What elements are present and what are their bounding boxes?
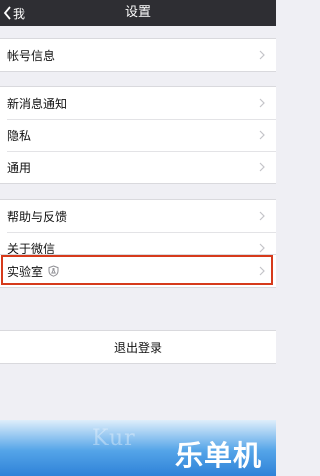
chevron-right-icon — [259, 50, 265, 60]
settings-item-label: 隐私 — [7, 128, 32, 143]
settings-item-general[interactable]: 通用 — [0, 151, 276, 183]
settings-item-label: 通用 — [7, 160, 32, 175]
settings-item-label: 实验室 — [7, 264, 44, 279]
settings-item-lab[interactable]: 实验室 — [0, 255, 276, 287]
settings-group-lab: 实验室 — [0, 254, 276, 288]
chevron-right-icon — [259, 243, 265, 253]
page-title: 设置 — [124, 5, 151, 20]
settings-item-privacy[interactable]: 隐私 — [0, 119, 276, 151]
logout-label: 退出登录 — [113, 340, 162, 355]
flask-shield-icon — [48, 265, 59, 277]
chevron-right-icon — [259, 211, 265, 221]
settings-item-label: 帐号信息 — [7, 48, 56, 63]
settings-item-label: 新消息通知 — [7, 96, 68, 111]
settings-group-account: 帐号信息 — [0, 38, 276, 72]
chevron-right-icon — [259, 266, 265, 276]
chevron-right-icon — [259, 162, 265, 172]
watermark-brand: Kur — [92, 426, 136, 451]
settings-group-general: 新消息通知 隐私 通用 — [0, 86, 276, 184]
watermark-banner: Kur 乐单机 — [0, 420, 276, 476]
navigation-bar: 我 设置 — [0, 0, 276, 26]
logout-button[interactable]: 退出登录 — [0, 331, 276, 363]
logout-group: 退出登录 — [0, 330, 276, 364]
settings-item-account-info[interactable]: 帐号信息 — [0, 39, 276, 71]
settings-item-label: 帮助与反馈 — [7, 209, 68, 224]
watermark-site-name: 乐单机 — [174, 439, 262, 472]
settings-item-notifications[interactable]: 新消息通知 — [0, 87, 276, 119]
chevron-right-icon — [259, 98, 265, 108]
chevron-right-icon — [259, 130, 265, 140]
settings-item-help-feedback[interactable]: 帮助与反馈 — [0, 200, 276, 232]
